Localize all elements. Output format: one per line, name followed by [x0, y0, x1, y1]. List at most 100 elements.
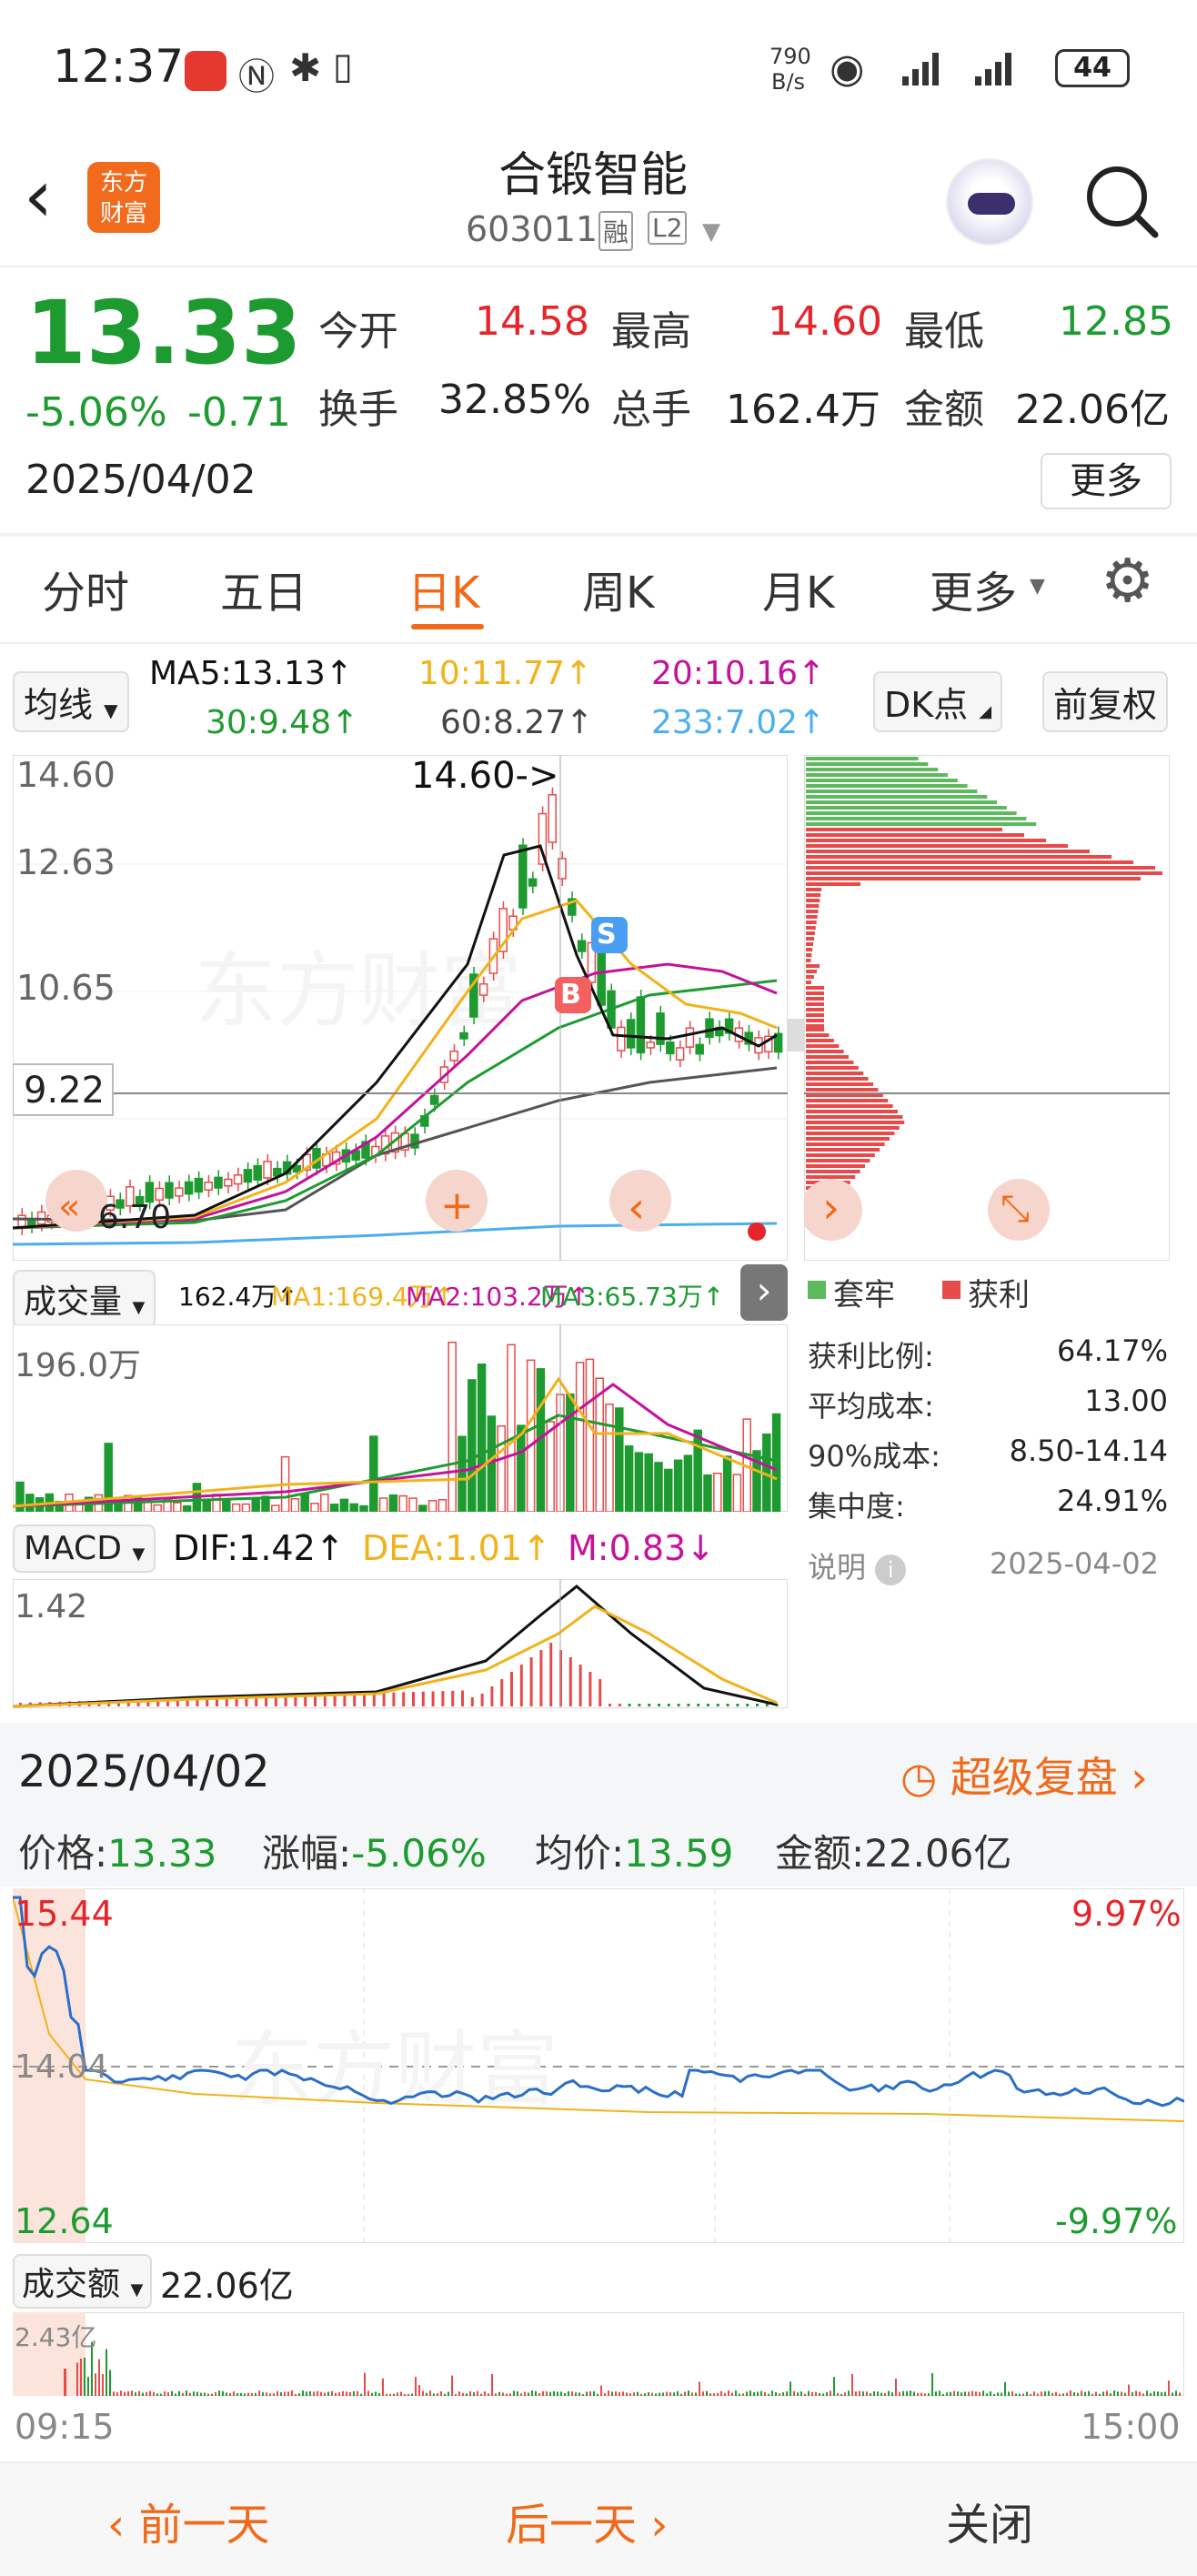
- amount-bar: [1015, 2393, 1017, 2396]
- kline-crosshair-price: 9.22: [24, 1070, 106, 1112]
- amount-bar: [353, 2390, 355, 2396]
- dk-point-selector[interactable]: DK点 ◢: [873, 671, 1003, 732]
- prev-arrow-icon[interactable]: ‹: [628, 1182, 645, 1233]
- amount-bar: [1041, 2391, 1042, 2396]
- amount-bar: [327, 2391, 329, 2396]
- robot-assistant-icon[interactable]: [946, 158, 1033, 246]
- intraday-amount: 金额:22.06亿: [775, 1823, 1011, 1878]
- volume-selector-label: 成交量: [24, 1283, 123, 1321]
- amount-bar: [142, 2392, 144, 2396]
- tab-daily-k[interactable]: 日K: [407, 557, 479, 620]
- candle-body: [646, 1041, 655, 1049]
- amount-bar: [633, 2392, 635, 2396]
- app-logo[interactable]: 东方 财富: [87, 162, 160, 233]
- macd-bar: [598, 1679, 602, 1706]
- chip-bar: [806, 953, 812, 957]
- amount-bar: [247, 2392, 249, 2396]
- macd-bar: [716, 1704, 719, 1706]
- chip-bar: [806, 1115, 903, 1119]
- ma10-value: 10:11.77↑: [418, 655, 593, 692]
- macd-bar: [490, 1686, 494, 1706]
- chip-bar: [806, 1099, 889, 1102]
- macd-bar: [431, 1691, 435, 1706]
- chip-bar: [806, 855, 1112, 859]
- amount-label2: 金额:: [775, 1831, 865, 1876]
- chip-bar: [806, 1044, 840, 1048]
- amount-bar: [437, 2393, 438, 2396]
- indicator-next-button[interactable]: ›: [740, 1264, 788, 1321]
- rewind-icon[interactable]: «: [58, 1186, 80, 1228]
- chip-bar: [806, 1055, 849, 1059]
- legend-profit-label: 获利: [968, 1277, 1030, 1313]
- candle-body: [626, 1019, 636, 1049]
- tab-five-day[interactable]: 五日: [220, 557, 307, 620]
- amount-bar: [848, 2390, 850, 2396]
- chip-bar: [806, 768, 939, 771]
- tab-more[interactable]: 更多: [930, 557, 1017, 620]
- amount-bar: [1095, 2391, 1097, 2396]
- next-arrow-icon[interactable]: ›: [822, 1182, 840, 1233]
- intraday-chart[interactable]: 东方财富: [13, 1888, 1184, 2243]
- explain-link[interactable]: 说明 i: [808, 1545, 907, 1586]
- amount-bar: [324, 2392, 326, 2396]
- amount-bar: [397, 2392, 398, 2396]
- gear-icon[interactable]: ⚙: [1101, 551, 1154, 611]
- intraday-amount-chart: [13, 2312, 1184, 2396]
- tab-monthly-k[interactable]: 月K: [762, 557, 834, 620]
- search-icon[interactable]: [1081, 160, 1162, 242]
- chip-bar: [806, 1039, 834, 1042]
- chevron-down-icon: ▼: [1030, 575, 1045, 598]
- volume-bar: [468, 1379, 477, 1512]
- chip-bar: [806, 986, 824, 990]
- amount-bar: [709, 2393, 711, 2396]
- candle-body: [184, 1181, 194, 1195]
- back-button[interactable]: ‹: [24, 160, 53, 233]
- amount-bar: [600, 2385, 602, 2396]
- macd-bar: [667, 1704, 670, 1706]
- chip-distribution-chart: [804, 755, 1170, 1261]
- volume-bar: [624, 1445, 634, 1512]
- amount-bar: [1168, 2380, 1170, 2396]
- ma-selector[interactable]: 均线 ▼: [13, 671, 129, 732]
- dropdown-icon[interactable]: ▼: [702, 218, 720, 246]
- amount-bar: [757, 2391, 759, 2396]
- logo-line1: 东方: [99, 169, 147, 196]
- amount-bar: [364, 2372, 366, 2396]
- amount-bar: [280, 2392, 282, 2396]
- amount-bar: [331, 2390, 333, 2396]
- amount-bar: [426, 2392, 428, 2396]
- turnover-label: 换手: [318, 387, 398, 433]
- plus-icon[interactable]: +: [440, 1182, 474, 1229]
- amount-bar: [866, 2391, 868, 2396]
- amount-bar: [513, 2390, 515, 2396]
- prev-day-button[interactable]: ‹ 前一天: [107, 2489, 269, 2552]
- volume-bar: [369, 1435, 378, 1512]
- chip-bar: [806, 1159, 870, 1162]
- close-button[interactable]: 关闭: [946, 2489, 1033, 2552]
- next-day-button[interactable]: 后一天 ›: [506, 2489, 668, 2552]
- kline-chart[interactable]: 东方财富: [13, 755, 788, 1261]
- amount-bar: [870, 2393, 871, 2396]
- macd-selector[interactable]: MACD ▼: [13, 1524, 156, 1573]
- chip-bar: [806, 806, 1007, 810]
- prev-day-label: 前一天: [138, 2500, 270, 2551]
- more-button[interactable]: 更多: [1041, 453, 1172, 509]
- macd-bar: [421, 1691, 425, 1706]
- macd-bar: [510, 1672, 513, 1706]
- tab-weekly-k[interactable]: 周K: [582, 557, 654, 620]
- amount-bar: [95, 2373, 96, 2396]
- chip-bar: [806, 1066, 859, 1070]
- expand-icon[interactable]: ⤡: [1001, 1188, 1030, 1230]
- chip-bar: [806, 1019, 824, 1022]
- tab-intraday[interactable]: 分时: [42, 557, 129, 620]
- candle-body: [233, 1174, 243, 1185]
- collapse-panel-icon[interactable]: [788, 1019, 806, 1052]
- amount-selector[interactable]: 成交额 ▼: [13, 2254, 153, 2309]
- kline-y-3: 10.65: [16, 968, 116, 1008]
- adjust-selector[interactable]: 前复权: [1042, 671, 1169, 732]
- battery-icon: 44: [1055, 49, 1130, 87]
- replay-link[interactable]: ◷ 超级复盘 ›: [900, 1745, 1148, 1805]
- amount-bar: [164, 2391, 166, 2396]
- amount-bar: [1124, 2392, 1126, 2396]
- volume-selector[interactable]: 成交量 ▼: [13, 1270, 156, 1328]
